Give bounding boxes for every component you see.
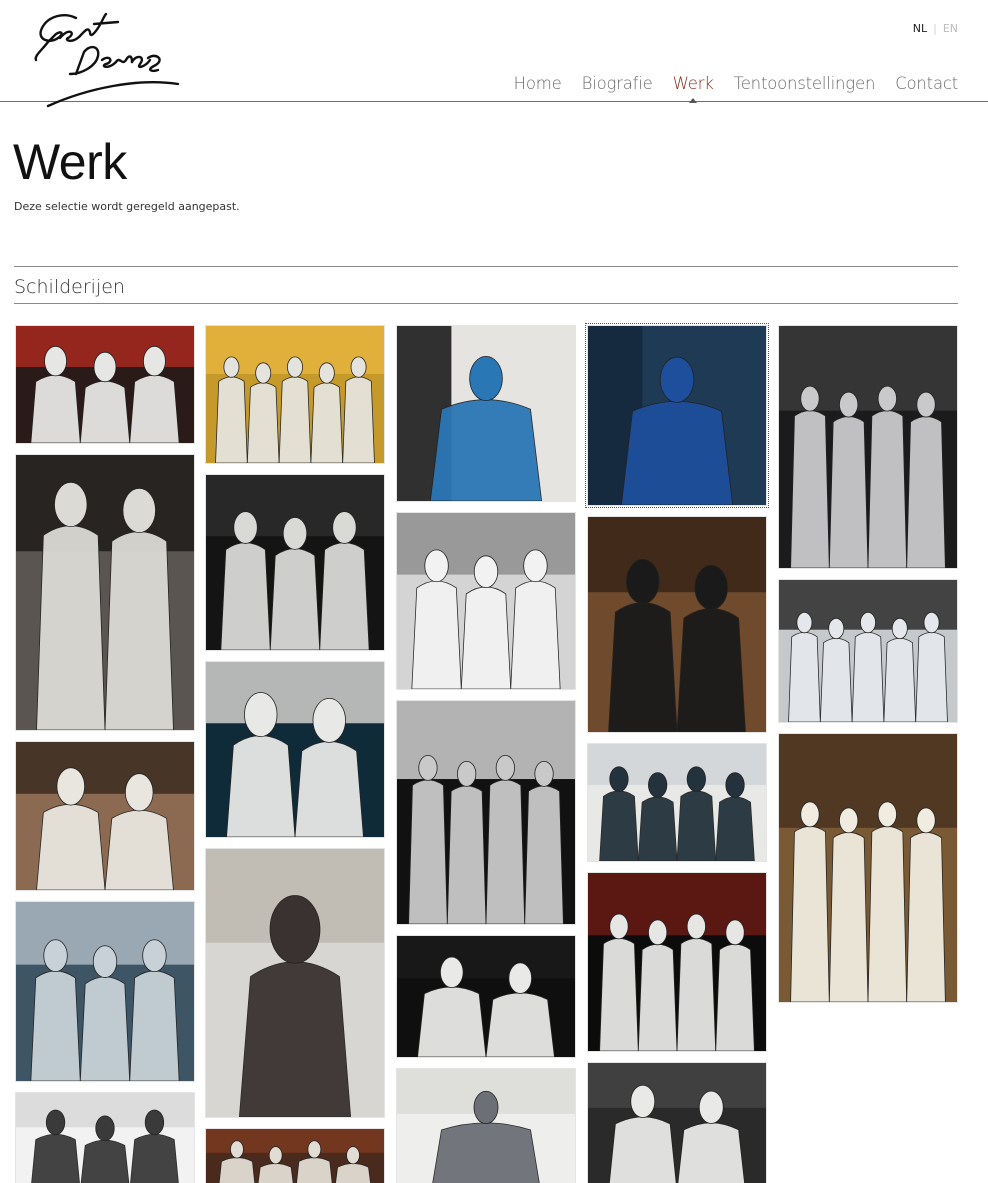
section-header: Schilderijen [14, 266, 958, 304]
painting-thumbnail[interactable] [778, 733, 958, 1003]
painting-image [206, 849, 384, 1117]
painting-image [397, 326, 575, 501]
painting-thumbnail[interactable] [587, 743, 767, 862]
painting-image [397, 513, 575, 689]
painting-image [588, 1063, 766, 1183]
painting-image [16, 455, 194, 730]
site-logo[interactable] [28, 8, 188, 112]
painting-thumbnail[interactable] [205, 325, 385, 464]
painting-thumbnail[interactable] [587, 1062, 767, 1183]
painting-thumbnail[interactable] [205, 474, 385, 651]
page-subtitle: Deze selectie wordt geregeld aangepast. [14, 200, 240, 213]
lang-nl-link[interactable]: NL [913, 22, 927, 35]
painting-image [397, 936, 575, 1057]
painting-thumbnail[interactable] [15, 454, 195, 731]
painting-image [779, 734, 957, 1002]
nav-item-werk[interactable]: Werk [672, 74, 714, 103]
painting-image [397, 1069, 575, 1183]
painting-image [16, 1093, 194, 1183]
main-nav: Home Biografie Werk Tentoonstellingen Co… [514, 74, 958, 103]
painting-thumbnail[interactable] [396, 1068, 576, 1183]
nav-item-werk-label: Werk [672, 74, 714, 93]
painting-thumbnail[interactable] [205, 661, 385, 838]
painting-image [16, 742, 194, 890]
painting-thumbnail[interactable] [396, 700, 576, 925]
painting-thumbnail[interactable] [15, 901, 195, 1082]
painting-image [588, 873, 766, 1051]
nav-item-home[interactable]: Home [514, 74, 562, 93]
nav-item-biografie[interactable]: Biografie [582, 74, 653, 93]
painting-thumbnail[interactable] [585, 323, 769, 508]
painting-image [206, 326, 384, 463]
painting-image [16, 902, 194, 1081]
lang-separator: | [933, 22, 937, 35]
page-title: Werk [13, 134, 127, 190]
section-title: Schilderijen [14, 276, 125, 298]
painting-thumbnail[interactable] [15, 1092, 195, 1183]
nav-item-contact[interactable]: Contact [895, 74, 958, 93]
painting-thumbnail[interactable] [396, 935, 576, 1058]
painting-image [206, 662, 384, 837]
language-switch: NL | EN [913, 22, 958, 35]
painting-image [206, 1129, 384, 1183]
painting-thumbnail[interactable] [778, 579, 958, 723]
painting-thumbnail[interactable] [205, 848, 385, 1118]
lang-en-link[interactable]: EN [943, 22, 958, 35]
painting-image [779, 326, 957, 568]
painting-image [588, 326, 766, 505]
active-caret-icon [689, 98, 698, 103]
painting-thumbnail[interactable] [587, 516, 767, 733]
painting-image [779, 580, 957, 722]
painting-thumbnail[interactable] [205, 1128, 385, 1183]
painting-thumbnail[interactable] [15, 741, 195, 891]
painting-image [588, 744, 766, 861]
signature-logo-icon [34, 12, 180, 108]
painting-thumbnail[interactable] [587, 872, 767, 1052]
site-header: NL | EN Home Biografie Werk Tentoonstellin… [0, 0, 988, 108]
painting-thumbnail[interactable] [396, 512, 576, 690]
painting-image [206, 475, 384, 650]
painting-image [16, 326, 194, 443]
painting-image [588, 517, 766, 732]
painting-thumbnail[interactable] [778, 325, 958, 569]
painting-thumbnail[interactable] [396, 325, 576, 502]
painting-thumbnail[interactable] [15, 325, 195, 444]
painting-image [397, 701, 575, 924]
nav-item-tentoonstellingen[interactable]: Tentoonstellingen [734, 74, 876, 93]
